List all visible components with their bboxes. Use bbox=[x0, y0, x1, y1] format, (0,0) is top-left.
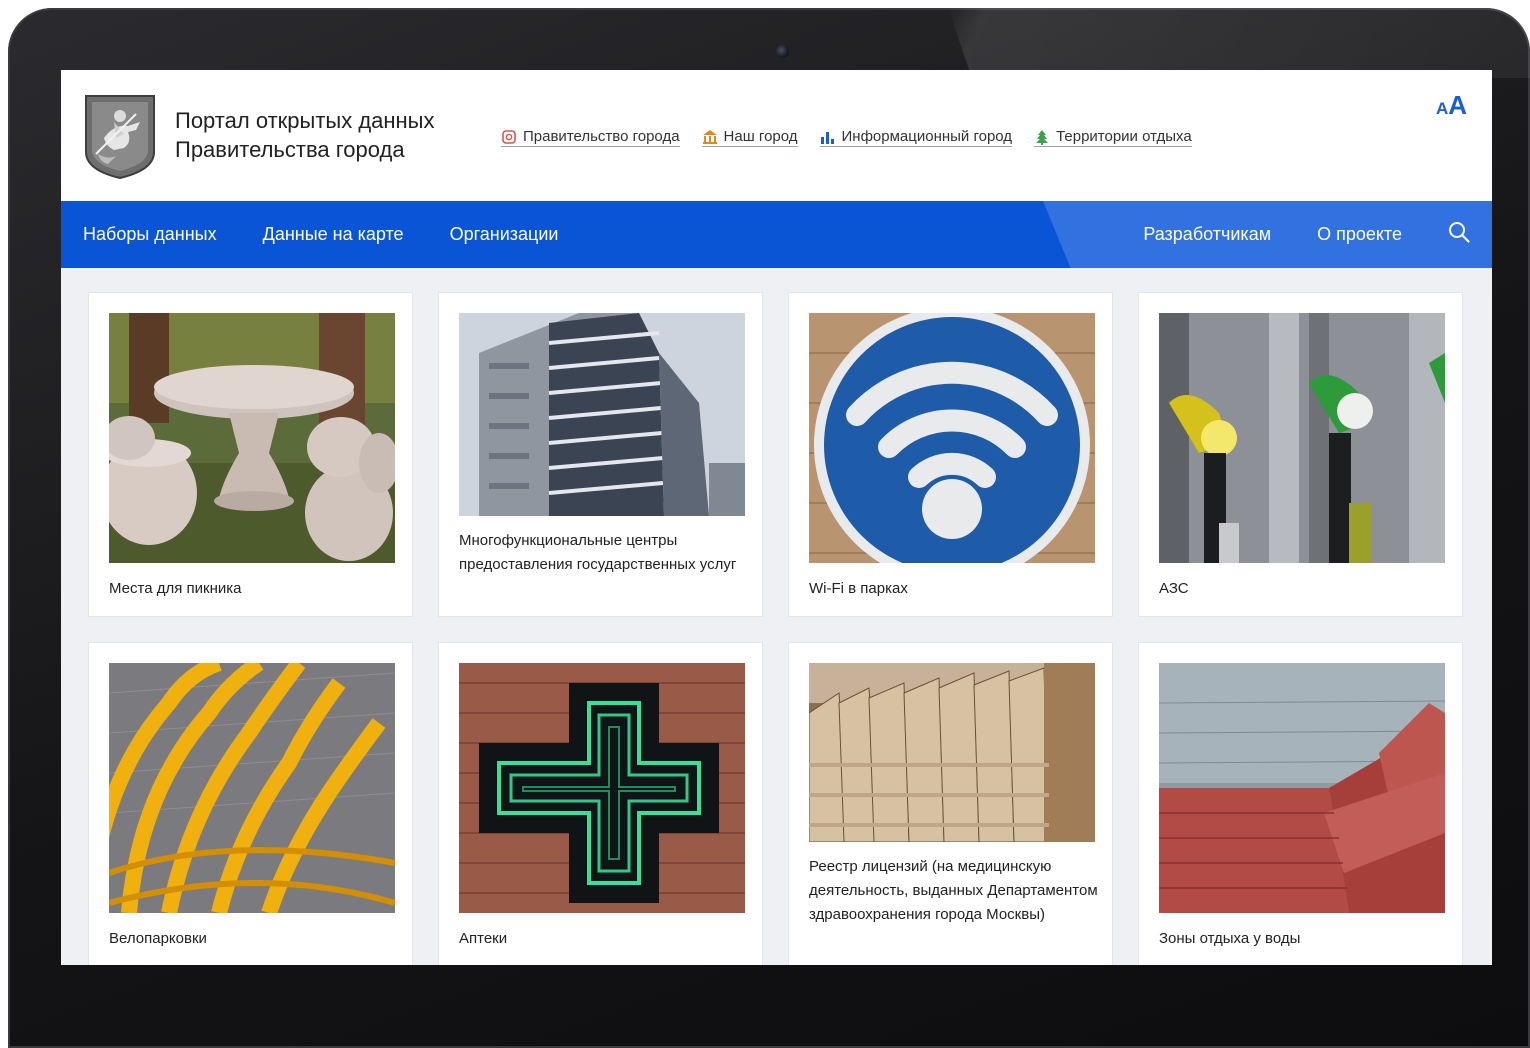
card-mfc-image bbox=[459, 313, 745, 516]
card-wifi-caption: Wi-Fi в парках bbox=[809, 580, 908, 597]
font-size-toggle[interactable]: AA bbox=[1436, 90, 1467, 121]
bar-chart-icon bbox=[820, 129, 836, 145]
card-gas-station-image bbox=[1159, 313, 1445, 563]
card-pharmacy-image bbox=[459, 663, 745, 913]
government-icon bbox=[501, 129, 517, 145]
site-title-line1: Портал открытых данных bbox=[175, 108, 435, 133]
card-waterfront[interactable]: Зоны отдыха у воды bbox=[1138, 642, 1463, 965]
city-hall-icon bbox=[702, 129, 718, 145]
link-info-city-label: Информационный город bbox=[841, 128, 1013, 145]
card-bike-parking-caption: Велопарковки bbox=[109, 930, 207, 947]
card-pharmacy-caption: Аптеки bbox=[459, 930, 508, 947]
font-size-big: A bbox=[1448, 90, 1467, 120]
site-title-line2: Правительства города bbox=[175, 137, 405, 162]
nav-datasets[interactable]: Наборы данных bbox=[83, 224, 217, 245]
card-license-registry-image bbox=[809, 663, 1095, 842]
browser-screen: Портал открытых данных Правительства гор… bbox=[61, 70, 1492, 965]
webcam bbox=[776, 45, 789, 58]
card-mfc-caption: Многофункциональные центры предоставлени… bbox=[459, 532, 737, 573]
card-wifi-image bbox=[809, 313, 1095, 563]
top-links: Правительство города Наш город Информаци… bbox=[501, 128, 1192, 147]
main-navbar: Наборы данных Данные на карте Организаци… bbox=[61, 201, 1492, 268]
card-waterfront-image bbox=[1159, 663, 1445, 913]
card-license-registry[interactable]: Реестр лицензий (на медицинскую деятельн… bbox=[788, 642, 1113, 965]
nav-right: Разработчикам О проекте bbox=[1143, 201, 1470, 268]
nav-left: Наборы данных Данные на карте Организаци… bbox=[83, 201, 558, 268]
card-mfc[interactable]: Многофункциональные центры предоставлени… bbox=[438, 292, 763, 617]
site-title[interactable]: Портал открытых данных Правительства гор… bbox=[175, 106, 435, 164]
card-wifi[interactable]: Wi-Fi в парках bbox=[788, 292, 1113, 617]
card-pharmacy[interactable]: Аптеки bbox=[438, 642, 763, 965]
site-header: Портал открытых данных Правительства гор… bbox=[61, 70, 1492, 201]
moscow-coat-of-arms-logo[interactable] bbox=[84, 94, 156, 180]
card-picnic-image bbox=[109, 313, 395, 563]
card-picnic-caption: Места для пикника bbox=[109, 580, 242, 597]
link-our-city-label: Наш город bbox=[723, 128, 798, 145]
card-license-registry-caption: Реестр лицензий (на медицинскую деятельн… bbox=[809, 858, 1098, 923]
link-government[interactable]: Правительство города bbox=[501, 128, 680, 147]
card-gas-station-caption: АЗС bbox=[1159, 580, 1189, 597]
card-gas-station[interactable]: АЗС bbox=[1138, 292, 1463, 617]
nav-developers[interactable]: Разработчикам bbox=[1143, 224, 1271, 245]
card-picnic[interactable]: Места для пикника bbox=[88, 292, 413, 617]
link-our-city[interactable]: Наш город bbox=[701, 128, 798, 147]
link-info-city[interactable]: Информационный город bbox=[819, 128, 1013, 147]
search-icon[interactable] bbox=[1448, 221, 1470, 248]
nav-about[interactable]: О проекте bbox=[1317, 224, 1402, 245]
nav-organizations[interactable]: Организации bbox=[450, 224, 559, 245]
card-bike-parking[interactable]: Велопарковки bbox=[88, 642, 413, 965]
tree-icon bbox=[1034, 129, 1050, 145]
card-waterfront-caption: Зоны отдыха у воды bbox=[1159, 930, 1301, 947]
nav-map-data[interactable]: Данные на карте bbox=[263, 224, 404, 245]
font-size-small: A bbox=[1435, 99, 1449, 118]
link-recreation-label: Территории отдыха bbox=[1056, 128, 1192, 145]
link-government-label: Правительство города bbox=[523, 128, 680, 145]
link-recreation[interactable]: Территории отдыха bbox=[1034, 128, 1192, 147]
card-bike-parking-image bbox=[109, 663, 395, 913]
